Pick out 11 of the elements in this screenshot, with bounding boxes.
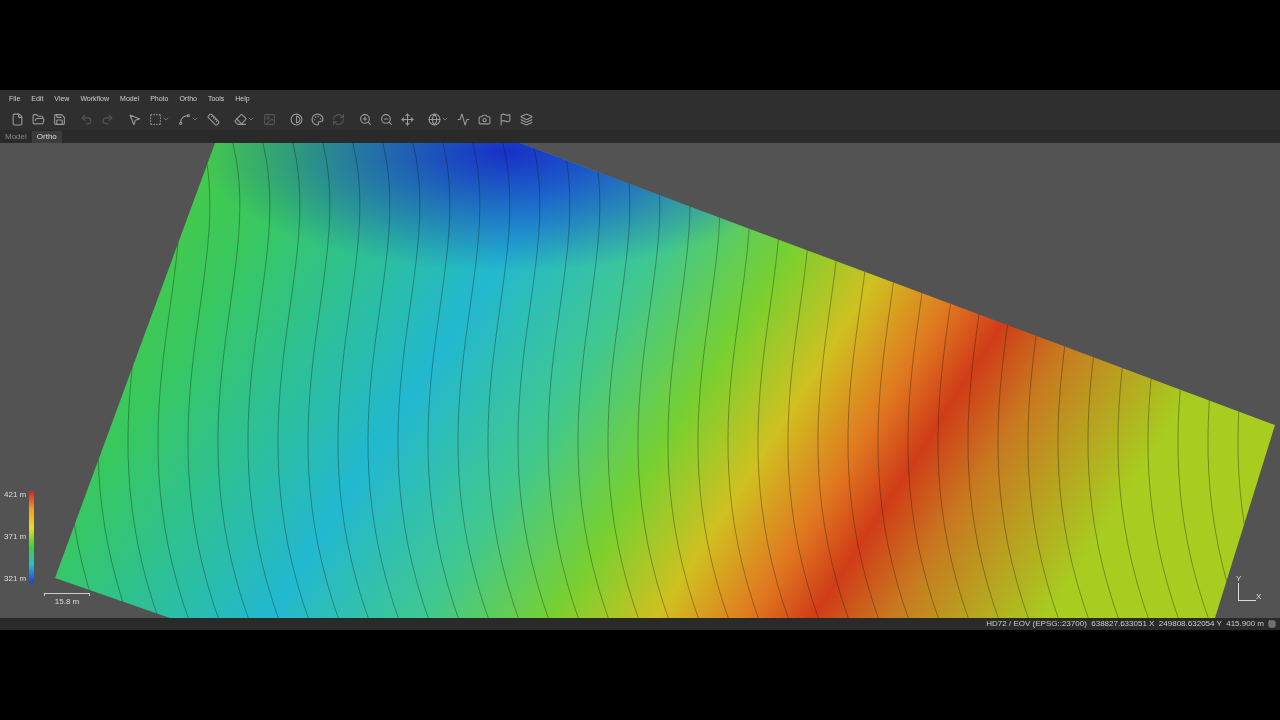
legend-label: 371 m	[4, 533, 27, 541]
axis-label: Y	[1236, 575, 1242, 583]
view-tab[interactable]: Model	[0, 131, 32, 143]
axis-label: X	[1256, 593, 1262, 601]
scale-label: 15.8 m	[54, 598, 80, 606]
legend-label: 421 m	[4, 491, 27, 499]
scale-bar	[44, 593, 90, 596]
legend-label: 321 m	[4, 575, 27, 583]
status-text: HD72 / EOV (EPSG::23700) 638827.633051 X 249808.632054 Y 415.900 m	[986, 620, 1264, 628]
view-tab[interactable]: Ortho	[31, 131, 62, 143]
axes-icon	[1238, 583, 1256, 601]
